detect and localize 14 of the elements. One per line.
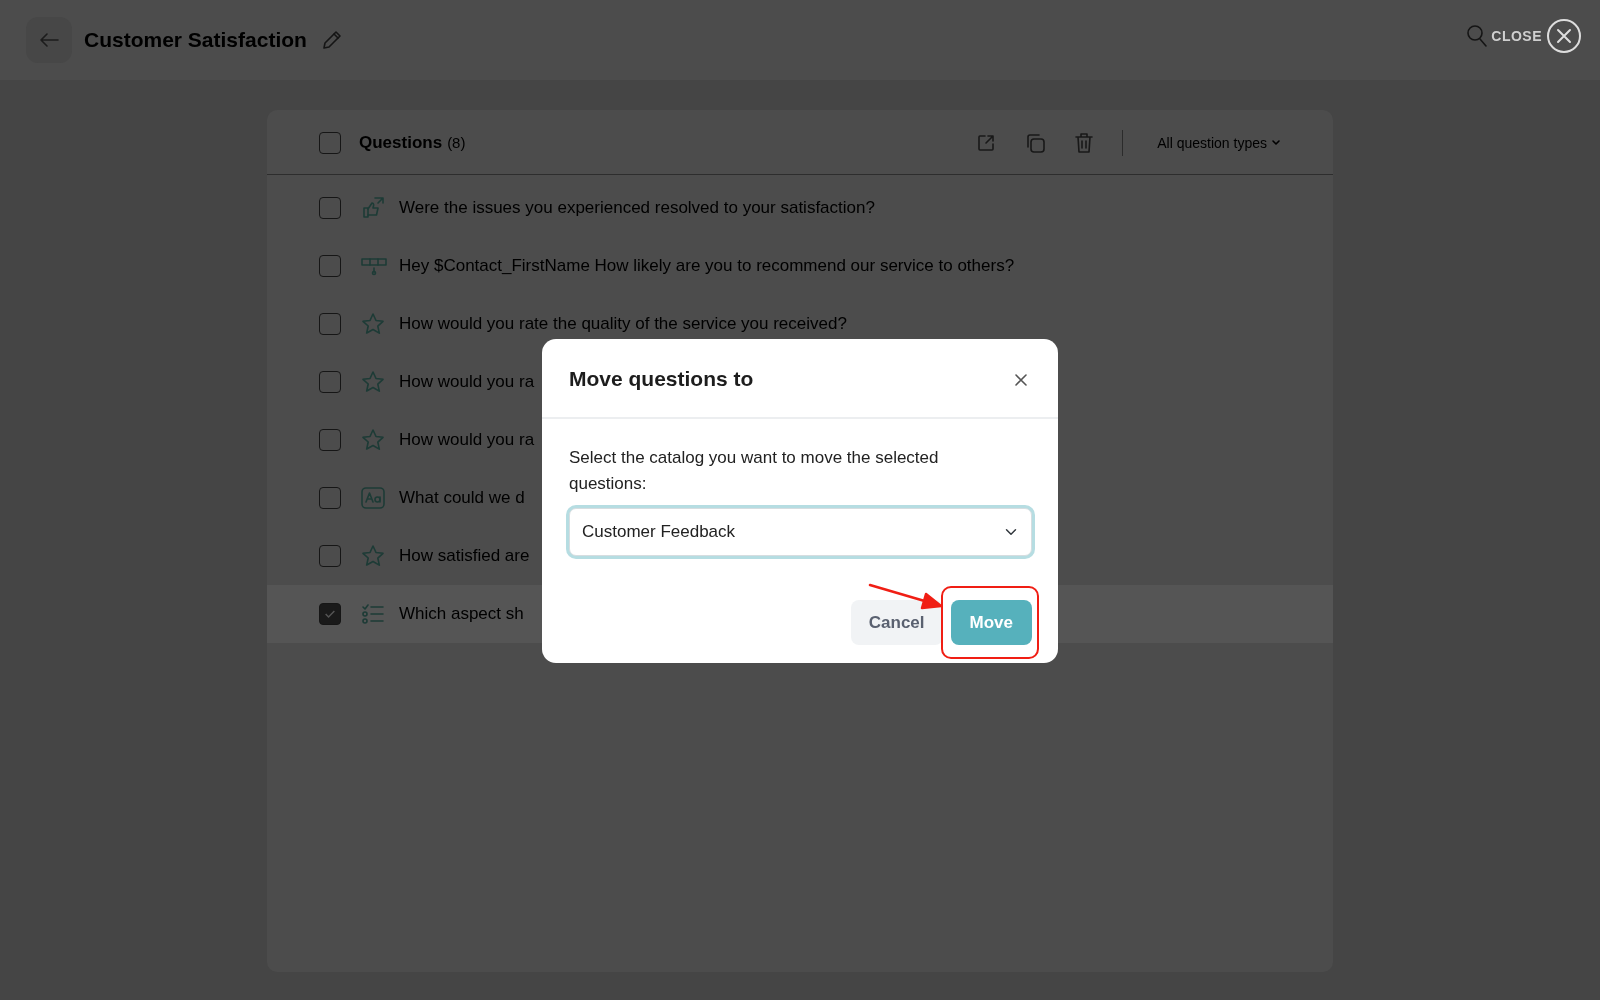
question-text: How would you ra: [399, 371, 535, 394]
question-text: Hey $Contact_FirstName How likely are you to recommend our service to others?: [399, 255, 1015, 278]
section-title: Questions: [359, 132, 443, 155]
question-text: Which aspect sh: [399, 603, 524, 626]
question-count: (8): [447, 132, 466, 153]
page-title: Customer Satisfaction: [84, 27, 307, 54]
dialog-prompt: Select the catalog you want to move the selected questions:: [569, 447, 940, 496]
question-text: How would you ra: [399, 429, 535, 452]
dialog-title: Move questions to: [569, 366, 754, 392]
question-text: How would you rate the quality of the service you received?: [399, 313, 847, 336]
question-text: What could we d: [399, 487, 525, 510]
question-text: How satisfied are: [399, 545, 530, 568]
question-text: Were the issues you experienced resolved to your satisfaction?: [399, 197, 875, 220]
close-label: CLOSE: [1491, 26, 1542, 46]
